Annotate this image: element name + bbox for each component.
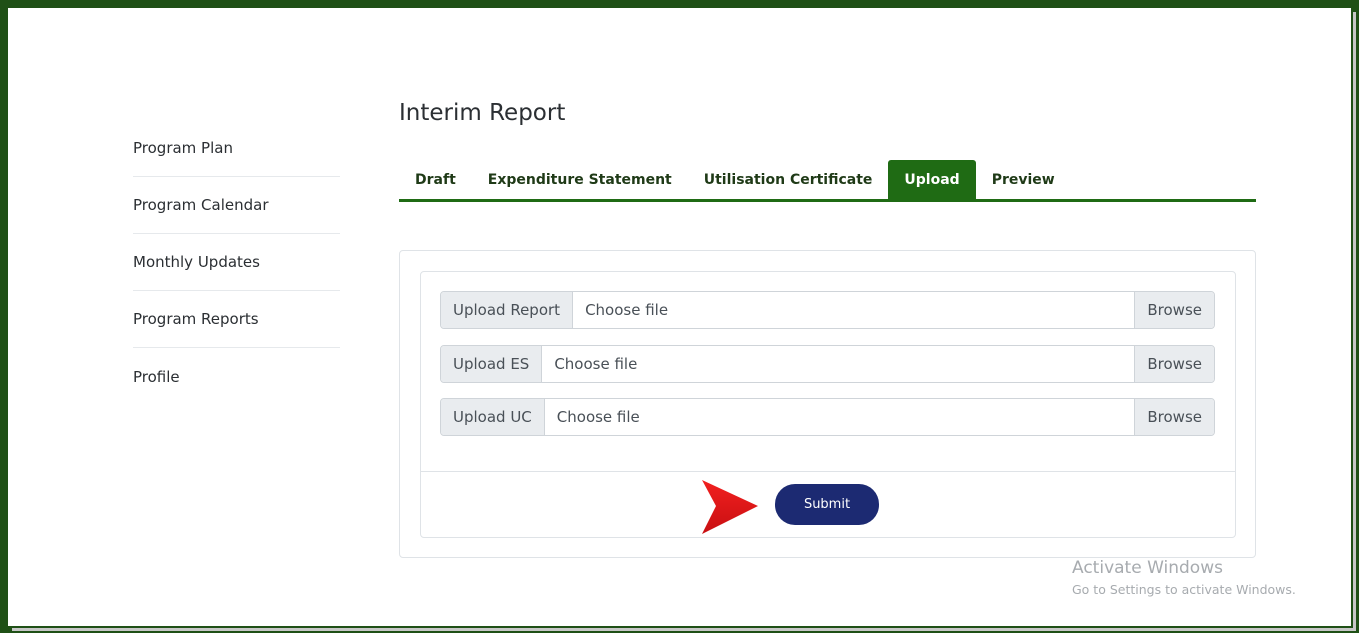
tab-upload[interactable]: Upload <box>888 160 976 199</box>
upload-es-file-input[interactable]: Choose file <box>542 346 1135 382</box>
sidebar: Program Plan Program Calendar Monthly Up… <box>133 120 340 405</box>
sidebar-item-program-plan[interactable]: Program Plan <box>133 120 340 177</box>
upload-uc-label: Upload UC <box>441 399 545 435</box>
sidebar-item-program-calendar[interactable]: Program Calendar <box>133 177 340 234</box>
page-title: Interim Report <box>399 100 566 126</box>
sidebar-item-monthly-updates[interactable]: Monthly Updates <box>133 234 340 291</box>
upload-report-group: Upload Report Choose file Browse <box>440 291 1215 329</box>
tab-expenditure-statement[interactable]: Expenditure Statement <box>472 160 688 199</box>
upload-report-file-input[interactable]: Choose file <box>573 292 1135 328</box>
tab-bar: Draft Expenditure Statement Utilisation … <box>399 160 1256 202</box>
red-arrow-icon <box>702 480 758 534</box>
upload-es-group: Upload ES Choose file Browse <box>440 345 1215 383</box>
form-footer-divider <box>421 471 1235 472</box>
upload-report-browse-button[interactable]: Browse <box>1134 292 1214 328</box>
sidebar-item-label: Profile <box>133 367 180 386</box>
upload-es-browse-button[interactable]: Browse <box>1134 346 1214 382</box>
tab-draft[interactable]: Draft <box>399 160 472 199</box>
activate-windows-subtitle[interactable]: Go to Settings to activate Windows. <box>1072 582 1296 597</box>
sidebar-item-label: Program Calendar <box>133 196 269 214</box>
sidebar-item-program-reports[interactable]: Program Reports <box>133 291 340 348</box>
sidebar-item-label: Monthly Updates <box>133 253 260 271</box>
upload-es-label: Upload ES <box>441 346 543 382</box>
sidebar-item-profile[interactable]: Profile <box>133 348 340 405</box>
tab-preview[interactable]: Preview <box>976 160 1071 199</box>
upload-uc-group: Upload UC Choose file Browse <box>440 398 1215 436</box>
sidebar-item-label: Program Plan <box>133 139 233 157</box>
submit-button[interactable]: Submit <box>775 484 879 525</box>
upload-uc-browse-button[interactable]: Browse <box>1134 399 1214 435</box>
upload-report-label: Upload Report <box>441 292 574 328</box>
tab-utilisation-certificate[interactable]: Utilisation Certificate <box>688 160 889 199</box>
activate-windows-title: Activate Windows <box>1072 558 1223 578</box>
upload-uc-file-input[interactable]: Choose file <box>544 399 1135 435</box>
sidebar-item-label: Program Reports <box>133 310 259 328</box>
